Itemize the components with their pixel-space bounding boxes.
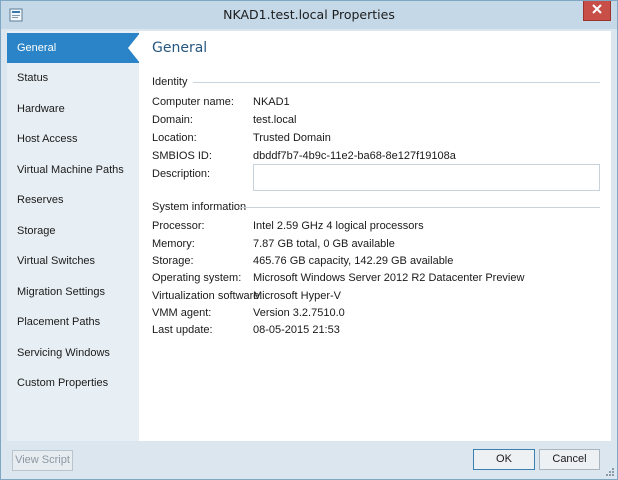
- sidebar-item-label: Host Access: [17, 133, 78, 145]
- computer-name-value: NKAD1: [253, 96, 290, 108]
- sidebar-item-reserves[interactable]: Reserves: [7, 185, 139, 215]
- location-value: Trusted Domain: [253, 132, 331, 144]
- storage-label: Storage:: [152, 255, 194, 267]
- page-title: General: [152, 40, 208, 56]
- sidebar-nav: General Status Hardware Host Access Virt…: [7, 31, 140, 441]
- properties-window: NKAD1.test.local Properties General Stat…: [0, 0, 618, 480]
- sidebar-item-status[interactable]: Status: [7, 63, 139, 93]
- window-title: NKAD1.test.local Properties: [223, 7, 395, 22]
- sidebar-item-label: Status: [17, 72, 49, 84]
- resize-grip-icon[interactable]: [605, 467, 615, 477]
- sidebar-item-hardware[interactable]: Hardware: [7, 94, 139, 124]
- storage-value: 465.76 GB capacity, 142.29 GB available: [253, 255, 454, 267]
- sidebar-item-label: Storage: [17, 225, 56, 237]
- close-icon: [592, 4, 602, 17]
- cancel-button[interactable]: Cancel: [539, 449, 600, 470]
- operating-system-value: Microsoft Windows Server 2012 R2 Datacen…: [253, 272, 525, 284]
- sidebar-item-servicing-windows[interactable]: Servicing Windows: [7, 338, 139, 368]
- view-script-button[interactable]: View Script: [12, 450, 73, 471]
- sidebar-item-general[interactable]: General: [7, 33, 140, 63]
- sidebar-item-label: Migration Settings: [17, 286, 106, 298]
- processor-label: Processor:: [152, 220, 205, 232]
- vmm-agent-value: Version 3.2.7510.0: [253, 307, 345, 319]
- smbios-id-label: SMBIOS ID:: [152, 150, 212, 162]
- system-info-section-title: System information: [152, 201, 247, 213]
- virtualization-software-label: Virtualization software:: [152, 290, 263, 302]
- sidebar-item-label: General: [17, 42, 57, 54]
- sidebar-item-virtual-machine-paths[interactable]: Virtual Machine Paths: [7, 155, 139, 185]
- computer-name-label: Computer name:: [152, 96, 234, 108]
- sidebar-item-label: Virtual Machine Paths: [17, 164, 124, 176]
- sidebar-item-label: Hardware: [17, 103, 65, 115]
- sidebar-item-label: Virtual Switches: [17, 255, 96, 267]
- sidebar-item-label: Custom Properties: [17, 377, 109, 389]
- sidebar-item-label: Reserves: [17, 194, 64, 206]
- description-field[interactable]: [253, 164, 600, 191]
- sidebar-item-label: Servicing Windows: [17, 347, 110, 359]
- title-bar[interactable]: NKAD1.test.local Properties: [1, 1, 617, 29]
- memory-label: Memory:: [152, 238, 195, 250]
- operating-system-label: Operating system:: [152, 272, 242, 284]
- system-info-divider: [239, 207, 600, 208]
- ok-button[interactable]: OK: [473, 449, 535, 470]
- identity-section-title: Identity: [152, 76, 188, 88]
- vmm-agent-label: VMM agent:: [152, 307, 212, 319]
- virtualization-software-value: Microsoft Hyper-V: [253, 290, 342, 302]
- processor-value: Intel 2.59 GHz 4 logical processors: [253, 220, 424, 232]
- domain-label: Domain:: [152, 114, 193, 126]
- memory-value: 7.87 GB total, 0 GB available: [253, 238, 395, 250]
- smbios-id-value: dbddf7b7-4b9c-11e2-ba68-8e127f19108a: [253, 150, 456, 162]
- sidebar-item-label: Placement Paths: [17, 316, 101, 328]
- description-label: Description:: [152, 168, 211, 180]
- sidebar-item-host-access[interactable]: Host Access: [7, 124, 139, 154]
- last-update-label: Last update:: [152, 324, 213, 336]
- close-button[interactable]: [583, 1, 611, 21]
- general-panel: General Identity Computer name: NKAD1 Do…: [139, 31, 611, 441]
- location-label: Location:: [152, 132, 197, 144]
- sidebar-item-custom-properties[interactable]: Custom Properties: [7, 368, 139, 398]
- sidebar-item-storage[interactable]: Storage: [7, 216, 139, 246]
- sidebar-item-placement-paths[interactable]: Placement Paths: [7, 307, 139, 337]
- sidebar-item-virtual-switches[interactable]: Virtual Switches: [7, 246, 139, 276]
- sidebar-item-migration-settings[interactable]: Migration Settings: [7, 277, 139, 307]
- identity-divider: [193, 82, 600, 83]
- domain-value: test.local: [253, 114, 297, 126]
- last-update-value: 08-05-2015 21:53: [253, 324, 340, 336]
